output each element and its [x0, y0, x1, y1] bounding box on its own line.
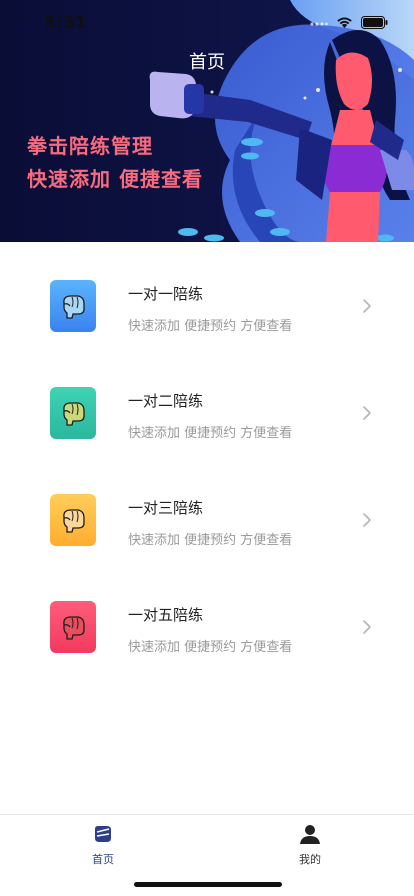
header-banner: 5:31 首页 拳击陪练管理 快速添加 便捷查看 [0, 0, 414, 242]
slogan-line-1: 拳击陪练管理 [27, 134, 153, 158]
chevron-right-icon [363, 299, 371, 313]
list-item-one-on-one[interactable]: 一对一陪练 快速添加 便捷预约 方便查看 [0, 242, 414, 349]
list-item-one-on-two[interactable]: 一对二陪练 快速添加 便捷预约 方便查看 [0, 349, 414, 456]
item-title: 一对二陪练 [128, 392, 204, 410]
tab-mine-label: 我的 [299, 853, 321, 866]
home-indicator [134, 882, 282, 887]
app-screen: 5:31 首页 拳击陪练管理 快速添加 便捷查看 一对一陪练 快速添加 便捷预约… [0, 0, 414, 896]
list-item-one-on-three[interactable]: 一对三陪练 快速添加 便捷预约 方便查看 [0, 456, 414, 563]
chevron-right-icon [363, 620, 371, 634]
status-time: 5:31 [44, 13, 88, 33]
slogan-line-2: 快速添加 便捷查看 [27, 167, 203, 191]
page-title: 首页 [189, 52, 225, 73]
tab-home[interactable]: 首页 [63, 823, 143, 867]
boxing-glove-icon [50, 280, 96, 332]
tab-mine[interactable]: 我的 [270, 823, 350, 867]
list-item-one-on-five[interactable]: 一对五陪练 快速添加 便捷预约 方便查看 [0, 563, 414, 670]
item-subtitle: 快速添加 便捷预约 方便查看 [128, 426, 293, 441]
home-glove-icon [95, 826, 111, 842]
status-icons [310, 14, 388, 33]
item-subtitle: 快速添加 便捷预约 方便查看 [128, 533, 293, 548]
item-subtitle: 快速添加 便捷预约 方便查看 [128, 319, 293, 334]
chevron-right-icon [363, 406, 371, 420]
tab-home-label: 首页 [92, 853, 114, 866]
boxing-glove-icon [50, 387, 96, 439]
wifi-icon [336, 14, 353, 33]
training-type-list: 一对一陪练 快速添加 便捷预约 方便查看 一对二陪练 快速添加 便捷预约 方便查… [0, 242, 414, 670]
battery-icon [361, 14, 388, 33]
item-subtitle: 快速添加 便捷预约 方便查看 [128, 640, 293, 655]
boxing-glove-icon [50, 601, 96, 653]
item-title: 一对一陪练 [128, 285, 204, 303]
signal-icon [310, 14, 328, 33]
chevron-right-icon [363, 513, 371, 527]
boxer-illustration [0, 0, 414, 242]
user-icon [300, 825, 320, 844]
boxing-glove-icon [50, 494, 96, 546]
item-title: 一对五陪练 [128, 606, 204, 624]
item-title: 一对三陪练 [128, 499, 204, 517]
